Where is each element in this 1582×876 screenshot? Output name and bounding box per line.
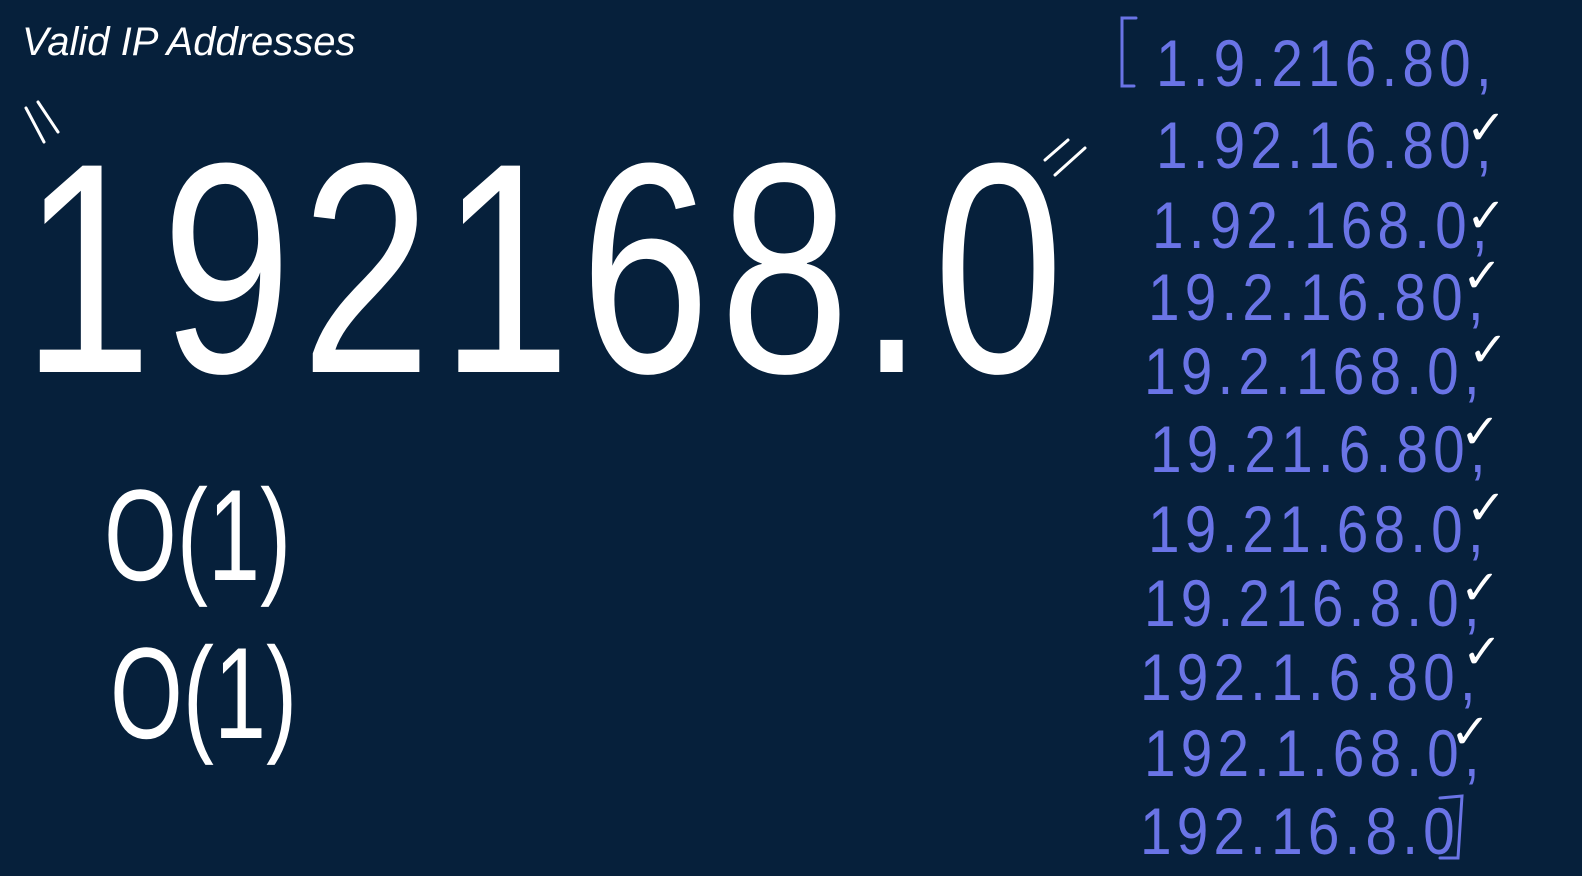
check-icon: ✓ bbox=[1460, 560, 1501, 616]
result-item-10: 192.1.68.0, bbox=[1144, 716, 1485, 790]
result-item-7: 19.21.68.0, bbox=[1148, 492, 1489, 566]
result-item-9: 192.1.6.80, bbox=[1140, 640, 1481, 714]
check-icon: ✓ bbox=[1460, 404, 1501, 460]
result-item-4: 19.2.16.80, bbox=[1148, 260, 1489, 334]
result-item-8: 19.216.8.0, bbox=[1144, 566, 1485, 640]
result-item-6: 19.21.6.80, bbox=[1150, 412, 1491, 486]
input-ip-string: 192168.0 bbox=[22, 100, 1073, 436]
whiteboard-canvas: Valid IP Addresses 192168.0 O(1) O(1) 1.… bbox=[0, 0, 1582, 876]
result-item-11: 192.16.8.0 bbox=[1140, 794, 1460, 868]
check-icon: ✓ bbox=[1466, 100, 1507, 156]
result-item-5: 19.2.168.0, bbox=[1144, 334, 1485, 408]
check-icon: ✓ bbox=[1450, 704, 1491, 760]
check-icon: ✓ bbox=[1466, 188, 1507, 244]
check-icon: ✓ bbox=[1462, 624, 1503, 680]
space-complexity: O(1) bbox=[110, 620, 298, 766]
valid-ip-results-list: 1.9.216.80, 1.92.16.80, ✓ 1.92.168.0, ✓ … bbox=[1120, 8, 1570, 868]
result-item-2: 1.92.16.80, bbox=[1156, 108, 1497, 182]
check-icon: ✓ bbox=[1468, 322, 1509, 378]
check-icon: ✓ bbox=[1462, 248, 1503, 304]
check-icon: ✓ bbox=[1466, 480, 1507, 536]
result-item-1: 1.9.216.80, bbox=[1156, 26, 1497, 100]
time-complexity: O(1) bbox=[104, 462, 292, 608]
result-item-3: 1.92.168.0, bbox=[1152, 188, 1493, 262]
